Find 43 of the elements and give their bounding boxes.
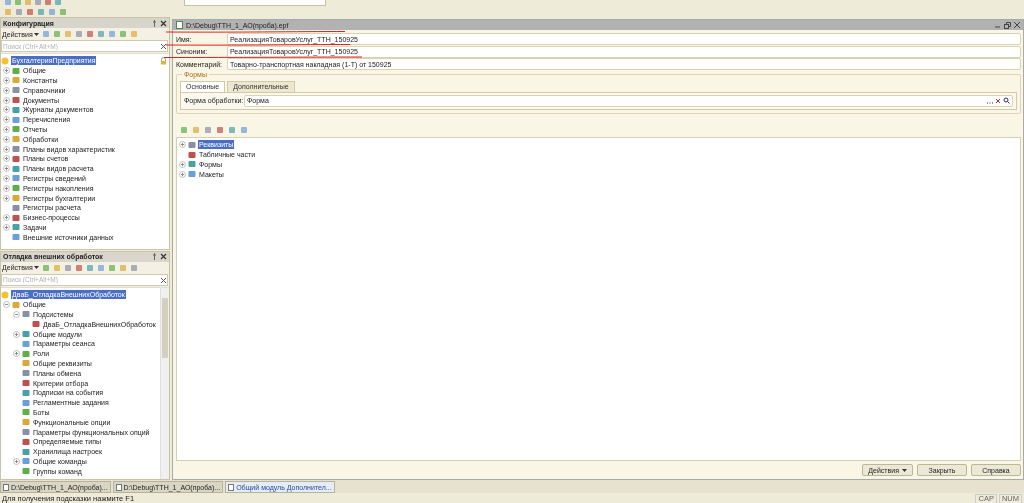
scrollbar[interactable] xyxy=(160,288,169,479)
document-icon xyxy=(176,21,183,29)
document-icon xyxy=(115,483,122,491)
pin-icon[interactable] xyxy=(152,253,157,261)
caret-icon xyxy=(33,266,39,270)
expand-icon[interactable] xyxy=(3,184,10,192)
expand-icon[interactable] xyxy=(13,457,20,465)
search-icon[interactable] xyxy=(1003,97,1010,105)
expand-icon[interactable] xyxy=(3,96,10,104)
document-icon xyxy=(3,483,9,491)
clear-icon[interactable] xyxy=(995,97,1001,104)
collapse-icon[interactable] xyxy=(13,310,20,318)
expand-icon[interactable] xyxy=(3,165,10,173)
expand-icon[interactable] xyxy=(3,86,10,94)
pin-icon[interactable] xyxy=(152,19,157,27)
expand-icon[interactable] xyxy=(3,106,10,114)
expand-icon[interactable] xyxy=(3,125,10,133)
expand-icon[interactable] xyxy=(3,135,10,143)
expand-icon[interactable] xyxy=(13,350,20,358)
clear-icon[interactable] xyxy=(160,275,167,284)
expand-icon[interactable] xyxy=(3,155,10,163)
document-icon xyxy=(228,483,235,491)
expand-icon[interactable] xyxy=(13,330,20,338)
expand-icon[interactable] xyxy=(3,214,10,222)
expand-icon[interactable] xyxy=(179,141,186,149)
close-icon[interactable] xyxy=(160,19,167,27)
expand-icon[interactable] xyxy=(3,194,10,202)
restore-icon[interactable] xyxy=(1004,21,1011,29)
expand-icon[interactable] xyxy=(179,161,186,168)
expand-icon[interactable] xyxy=(179,170,186,178)
close-icon[interactable] xyxy=(1014,22,1020,28)
expand-icon[interactable] xyxy=(3,174,10,182)
toolbar-field[interactable] xyxy=(184,0,326,6)
clear-icon[interactable] xyxy=(160,41,167,50)
expand-icon[interactable] xyxy=(3,116,10,124)
expand-icon[interactable] xyxy=(3,77,10,84)
close-icon[interactable] xyxy=(160,253,167,261)
expand-icon[interactable] xyxy=(3,145,10,153)
caret-icon xyxy=(33,32,39,36)
expand-icon[interactable] xyxy=(3,67,10,75)
caret-icon xyxy=(902,468,907,472)
collapse-icon[interactable] xyxy=(3,301,10,309)
expand-icon[interactable] xyxy=(3,223,10,231)
